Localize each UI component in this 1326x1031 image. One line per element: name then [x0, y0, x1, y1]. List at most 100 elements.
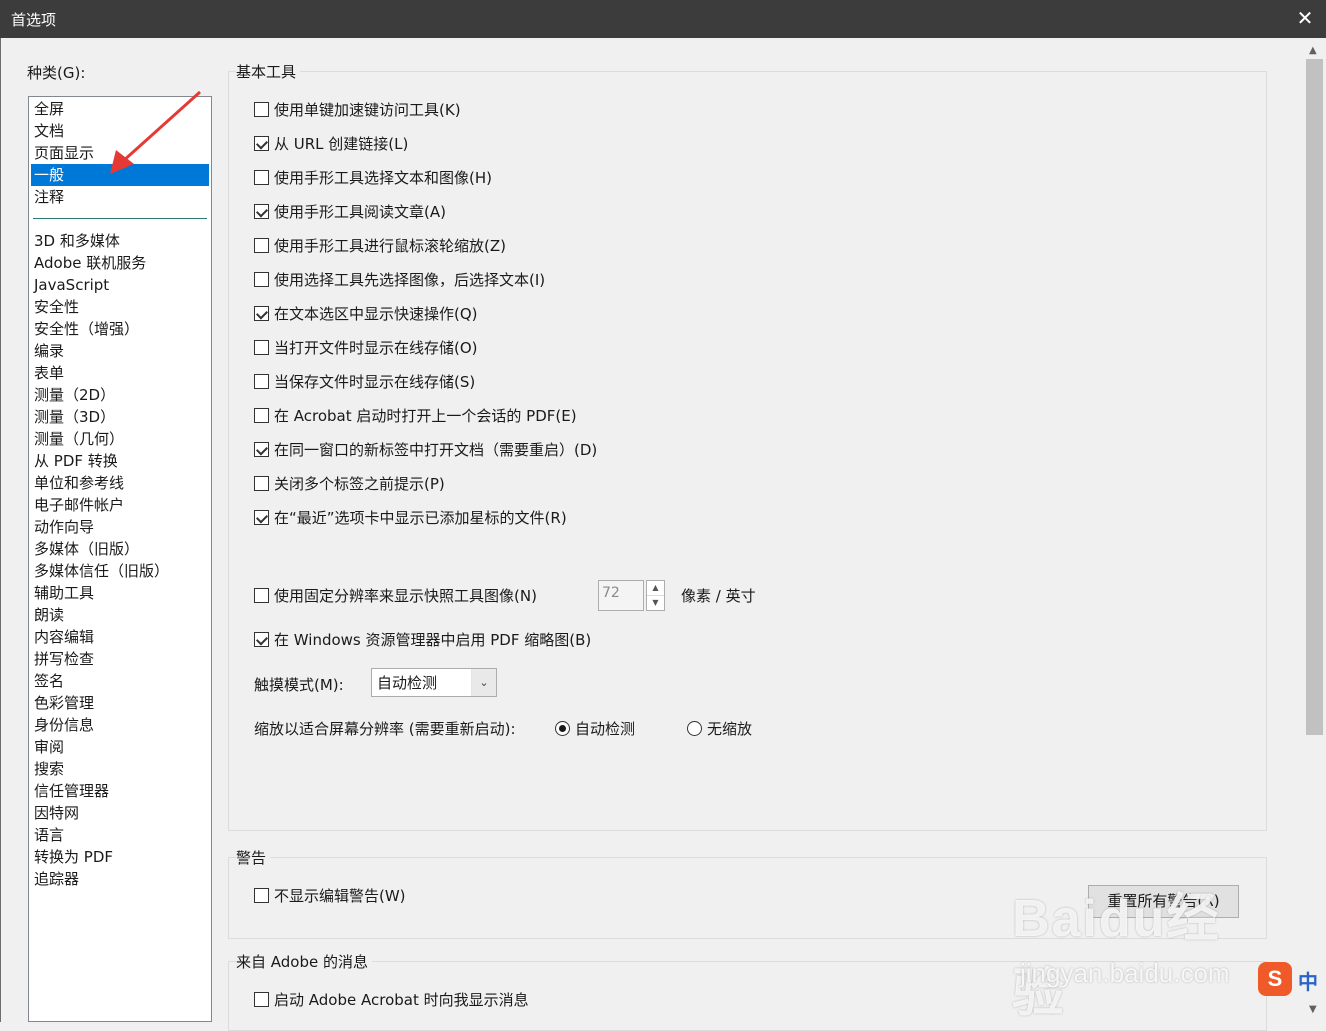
category-item[interactable]: 多媒体（旧版） [31, 538, 209, 560]
category-item[interactable]: 编录 [31, 340, 209, 362]
basic-tools-title: 基本工具 [236, 61, 301, 82]
radio-label[interactable]: 无缩放 [707, 718, 752, 739]
radio-selected[interactable] [555, 721, 570, 736]
scale-label: 缩放以适合屏幕分辨率 (需要重新启动): [254, 720, 516, 738]
category-item[interactable]: 安全性 [31, 296, 209, 318]
check-icon [255, 307, 269, 320]
touch-mode-value: 自动检测 [377, 674, 438, 692]
checkbox[interactable] [254, 588, 269, 603]
category-item[interactable]: 测量（2D） [31, 384, 209, 406]
option-label: 使用固定分辨率来显示快照工具图像(N) [274, 587, 537, 605]
touch-mode-label: 触摸模式(M): [254, 676, 344, 694]
category-item[interactable]: 因特网 [31, 802, 209, 824]
checkbox-checked[interactable] [254, 204, 269, 219]
checkbox[interactable] [254, 102, 269, 117]
checkbox[interactable] [254, 238, 269, 253]
list-divider [33, 218, 207, 219]
stepper-up-icon[interactable]: ▲ [647, 581, 664, 596]
category-item[interactable]: 信任管理器 [31, 780, 209, 802]
checkbox-checked[interactable] [254, 442, 269, 457]
checkbox[interactable] [254, 272, 269, 287]
annotation-arrow-icon [110, 90, 202, 174]
category-item[interactable]: 测量（几何） [31, 428, 209, 450]
category-item[interactable]: 从 PDF 转换 [31, 450, 209, 472]
category-item[interactable]: 语言 [31, 824, 209, 846]
touch-mode-select[interactable]: 自动检测 ⌄ [371, 668, 497, 697]
category-item[interactable]: 动作向导 [31, 516, 209, 538]
category-item[interactable]: 安全性（增强） [31, 318, 209, 340]
option-label: 在 Windows 资源管理器中启用 PDF 缩略图(B) [274, 631, 592, 649]
check-icon [255, 443, 269, 456]
category-item[interactable]: 追踪器 [31, 868, 209, 890]
check-icon [255, 511, 269, 524]
checkbox[interactable] [254, 992, 269, 1007]
categories-list[interactable]: 全屏 文档 页面显示 一般 注释 3D 和多媒体 Adobe 联机服务 Java… [28, 96, 212, 1022]
categories-label: 种类(G): [27, 64, 86, 82]
resolution-input[interactable]: 72 [598, 580, 644, 611]
category-item[interactable]: 朗读 [31, 604, 209, 626]
category-item[interactable]: Adobe 联机服务 [31, 252, 209, 274]
category-item[interactable]: 搜索 [31, 758, 209, 780]
option-label: 在文本选区中显示快速操作(Q) [274, 305, 478, 323]
checkbox[interactable] [254, 408, 269, 423]
option-label: 使用手形工具进行鼠标滚轮缩放(Z) [274, 237, 506, 255]
option-label: 不显示编辑警告(W) [274, 887, 406, 905]
category-item[interactable]: 电子邮件帐户 [31, 494, 209, 516]
checkbox[interactable] [254, 374, 269, 389]
category-item[interactable]: 多媒体信任（旧版） [31, 560, 209, 582]
warnings-title: 警告 [236, 847, 271, 868]
checkbox[interactable] [254, 340, 269, 355]
checkbox-checked[interactable] [254, 632, 269, 647]
category-item[interactable]: 测量（3D） [31, 406, 209, 428]
adobe-messages-title: 来自 Adobe 的消息 [236, 951, 372, 972]
option-label: 使用手形工具选择文本和图像(H) [274, 169, 492, 187]
option-label: 使用手形工具阅读文章(A) [274, 203, 446, 221]
checkbox-checked[interactable] [254, 510, 269, 525]
option-label: 在同一窗口的新标签中打开文档（需要重启）(D) [274, 441, 598, 459]
radio[interactable] [687, 721, 702, 736]
checkbox[interactable] [254, 476, 269, 491]
baidu-watermark: Baidu经验 jingyan.baidu.com [1012, 872, 1272, 1023]
checkbox[interactable] [254, 170, 269, 185]
category-item[interactable]: 单位和参考线 [31, 472, 209, 494]
category-item[interactable]: JavaScript [31, 274, 209, 296]
title-bar: 首选项 ✕ [0, 0, 1326, 38]
radio-dot-icon [559, 725, 566, 732]
option-label: 启动 Adobe Acrobat 时向我显示消息 [274, 991, 529, 1009]
check-icon [255, 205, 269, 218]
stepper-down-icon[interactable]: ▼ [647, 596, 664, 610]
chevron-down-icon: ⌄ [471, 669, 496, 696]
category-item[interactable]: 审阅 [31, 736, 209, 758]
scrollbar-thumb[interactable] [1306, 59, 1323, 735]
category-item[interactable]: 3D 和多媒体 [31, 230, 209, 252]
resolution-unit: 像素 / 英寸 [681, 587, 756, 605]
sogou-icon: S [1258, 962, 1292, 996]
category-item[interactable]: 表单 [31, 362, 209, 384]
option-label: 使用选择工具先选择图像，后选择文本(I) [274, 271, 546, 289]
option-label: 从 URL 创建链接(L) [274, 135, 409, 153]
category-item[interactable]: 辅助工具 [31, 582, 209, 604]
option-label: 使用单键加速键访问工具(K) [274, 101, 461, 119]
radio-label[interactable]: 自动检测 [575, 718, 635, 739]
category-item[interactable]: 内容编辑 [31, 626, 209, 648]
option-label: 当打开文件时显示在线存储(O) [274, 339, 478, 357]
scroll-down-icon[interactable]: ▼ [1309, 1004, 1317, 1015]
category-item[interactable]: 拼写检查 [31, 648, 209, 670]
ime-indicator[interactable]: S 中 [1258, 962, 1324, 996]
checkbox-checked[interactable] [254, 136, 269, 151]
watermark-url: jingyan.baidu.com [1020, 958, 1230, 988]
check-icon [255, 633, 269, 646]
option-label: 在 Acrobat 启动时打开上一个会话的 PDF(E) [274, 407, 577, 425]
category-item[interactable]: 身份信息 [31, 714, 209, 736]
checkbox[interactable] [254, 888, 269, 903]
close-icon[interactable]: ✕ [1294, 6, 1316, 30]
option-label: 在“最近”选项卡中显示已添加星标的文件(R) [274, 509, 567, 527]
scroll-up-icon[interactable]: ▲ [1309, 45, 1317, 56]
checkbox-checked[interactable] [254, 306, 269, 321]
resolution-stepper[interactable]: ▲ ▼ [646, 580, 665, 611]
category-item[interactable]: 签名 [31, 670, 209, 692]
category-item[interactable]: 色彩管理 [31, 692, 209, 714]
category-item[interactable]: 注释 [31, 186, 209, 208]
vertical-scrollbar[interactable]: ▲ ▼ [1303, 38, 1326, 1022]
category-item[interactable]: 转换为 PDF [31, 846, 209, 868]
